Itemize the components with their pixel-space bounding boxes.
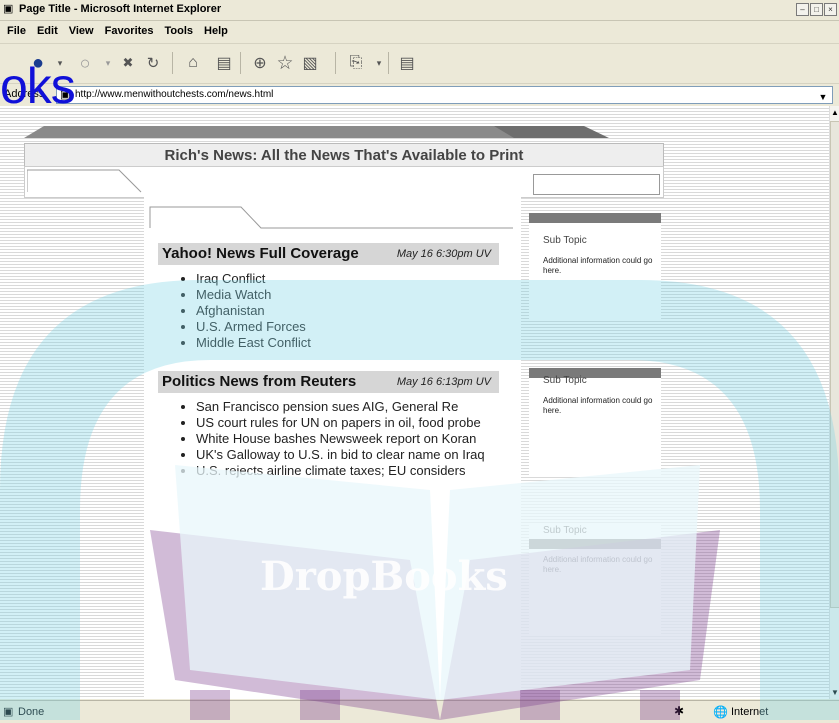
news-heading: Yahoo! News Full Coverage (162, 245, 359, 262)
media-icon[interactable]: ⊕ (249, 52, 271, 74)
scroll-down-icon[interactable]: ▼ (831, 688, 839, 697)
minimize-icon[interactable]: – (796, 3, 809, 16)
forward-dropdown-icon[interactable]: ▾ (97, 52, 119, 74)
menu-help[interactable]: Help (204, 25, 228, 37)
address-input[interactable]: ▣ http://www.menwithoutchests.com/news.h… (56, 86, 833, 104)
toolbar-separator (240, 52, 241, 74)
news-header: Yahoo! News Full Coverage May 16 6:30pm … (158, 243, 499, 265)
sidebar-box-bar (529, 539, 661, 549)
sidebar-box: Sub Topic Additional information could g… (529, 525, 661, 636)
left-tab-decoration (27, 169, 142, 193)
standard-toolbar: ● ▾ ○ ▾ ✖ ↻ ⌂ ▤ ⊕ ☆ ▧ ⎘ ▾ ▤ (0, 43, 839, 82)
page-title: Rich's News: All the News That's Availab… (164, 147, 524, 164)
scroll-up-icon[interactable]: ▲ (831, 108, 839, 117)
menu-edit[interactable]: Edit (37, 25, 58, 37)
maximize-icon[interactable]: □ (810, 3, 823, 16)
sidebar-box-text: Additional information could go here. (543, 256, 653, 275)
sidebar-box-title: Sub Topic (543, 235, 587, 246)
address-url[interactable]: http://www.menwithoutchests.com/news.htm… (75, 88, 273, 102)
close-icon[interactable]: × (824, 3, 837, 16)
zone-text: Internet (731, 706, 769, 718)
print-icon[interactable]: ⎘ (345, 52, 367, 74)
news-item[interactable]: White House bashes Newsweek report on Ko… (196, 431, 499, 447)
forward-icon[interactable]: ○ (74, 52, 96, 74)
page-banner: Rich's News: All the News That's Availab… (24, 143, 664, 167)
address-dropdown-icon[interactable]: ▼ (816, 89, 830, 105)
menu-bar: File Edit View Favorites Tools Help (0, 21, 839, 41)
research-icon[interactable]: ▧ (299, 52, 321, 74)
news-section-reuters: Politics News from Reuters May 16 6:13pm… (158, 371, 499, 479)
news-item[interactable]: UK's Galloway to U.S. in bid to clear na… (196, 447, 499, 463)
news-list: Iraq Conflict Media Watch Afghanistan U.… (158, 271, 499, 351)
sub-header-bar (24, 166, 664, 198)
news-heading: Politics News from Reuters (162, 373, 357, 390)
top-slant-decoration (24, 126, 609, 138)
sidebar-box-bar (529, 213, 661, 223)
ie-page-icon: ▣ (3, 3, 14, 15)
page-layout: Rich's News: All the News That's Availab… (24, 121, 664, 699)
toolbar-separator (388, 52, 389, 74)
history-icon[interactable]: ▤ (213, 52, 235, 74)
sidebar-box: Sub Topic Additional information could g… (529, 368, 661, 475)
menu-tools[interactable]: Tools (165, 25, 194, 37)
menu-view[interactable]: View (69, 25, 94, 37)
sidebar-box: Sub Topic Additional information could g… (529, 213, 661, 320)
messenger-icon[interactable]: ▤ (396, 52, 418, 74)
news-list: San Francisco pension sues AIG, General … (158, 399, 499, 479)
news-item[interactable]: US court rules for UN on papers in oil, … (196, 415, 499, 431)
news-item[interactable]: Afghanistan (196, 303, 499, 319)
right-box-decoration (533, 174, 660, 195)
news-item[interactable]: San Francisco pension sues AIG, General … (196, 399, 499, 415)
news-timestamp: May 16 6:13pm UV (396, 376, 491, 388)
content-tab-decoration (149, 206, 513, 229)
status-text: Done (18, 706, 45, 718)
news-item[interactable]: Middle East Conflict (196, 335, 499, 351)
news-item[interactable]: U.S. rejects airline climate taxes; EU c… (196, 463, 499, 479)
window-title: Page Title - Microsoft Internet Explorer (19, 3, 222, 15)
globe-icon: 🌐 (713, 705, 728, 719)
watermark-text: oks (0, 58, 76, 114)
scroll-thumb[interactable] (830, 121, 839, 608)
news-header: Politics News from Reuters May 16 6:13pm… (158, 371, 499, 393)
menu-favorites[interactable]: Favorites (105, 25, 154, 37)
toolbar-separator (172, 52, 173, 74)
stop-icon[interactable]: ✖ (117, 52, 139, 74)
vertical-scrollbar[interactable]: ▲ ▼ (829, 106, 839, 699)
title-bar: ▣ Page Title - Microsoft Internet Explor… (0, 0, 839, 21)
main-content: Yahoo! News Full Coverage May 16 6:30pm … (144, 196, 521, 699)
sidebar-box-text: Additional information could go here. (543, 555, 653, 574)
menu-file[interactable]: File (7, 25, 26, 37)
sidebar-box-title: Sub Topic (543, 375, 587, 386)
print-dropdown-icon[interactable]: ▾ (368, 52, 390, 74)
security-icon: ✱ (674, 704, 685, 718)
home-icon[interactable]: ⌂ (182, 52, 204, 74)
page-viewport: Rich's News: All the News That's Availab… (0, 106, 829, 699)
window-controls: – □ × (796, 3, 837, 16)
status-bar: ▣ Done ✱ 🌐 Internet (0, 700, 839, 723)
news-item[interactable]: Media Watch (196, 287, 499, 303)
sidebar-box-text: Additional information could go here. (543, 396, 653, 415)
news-section-yahoo: Yahoo! News Full Coverage May 16 6:30pm … (158, 243, 499, 351)
refresh-icon[interactable]: ↻ (142, 52, 164, 74)
favorites-icon[interactable]: ☆ (274, 52, 296, 74)
address-bar: Address ▣ http://www.menwithoutchests.co… (0, 83, 839, 107)
news-timestamp: May 16 6:30pm UV (396, 248, 491, 260)
news-item[interactable]: U.S. Armed Forces (196, 319, 499, 335)
news-item[interactable]: Iraq Conflict (196, 271, 499, 287)
toolbar-separator (335, 52, 336, 74)
page-status-icon: ▣ (3, 706, 14, 718)
sidebar-box-title: Sub Topic (543, 525, 587, 536)
